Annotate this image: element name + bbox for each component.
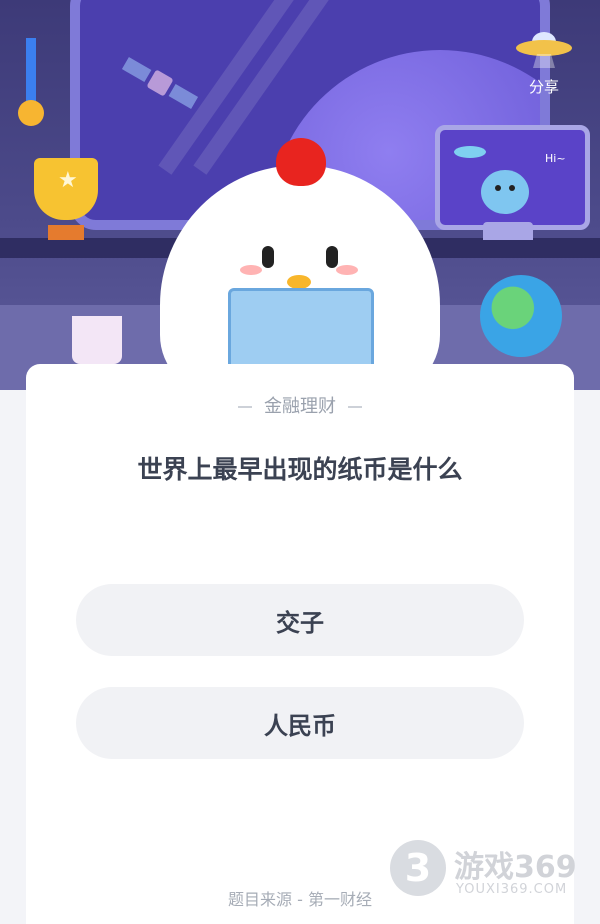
monitor-greeting: Hi~	[545, 152, 566, 165]
share-button[interactable]: 分享	[512, 28, 576, 104]
chick-eye	[262, 246, 274, 268]
share-label: 分享	[528, 78, 559, 96]
monitor-stand	[483, 222, 533, 240]
watermark-title: 游戏369	[454, 850, 577, 885]
chick-cheek	[336, 265, 358, 275]
answer-option-label: 人民币	[264, 711, 336, 740]
star-icon: ★	[58, 168, 78, 193]
medal-icon	[18, 100, 44, 126]
category-label: 金融理财	[26, 392, 574, 418]
category-text: 金融理财	[264, 396, 336, 417]
ufo-icon	[516, 32, 572, 68]
book-icon	[228, 288, 374, 374]
chick-eye	[326, 246, 338, 268]
alien-icon	[454, 146, 529, 214]
medal-ribbon	[26, 38, 36, 102]
watermark-url: YOUXI369.COM	[456, 882, 568, 897]
earth-globe-icon	[480, 275, 562, 357]
chick-comb	[276, 138, 326, 186]
divider	[238, 406, 252, 408]
answer-option-label: 交子	[276, 608, 324, 637]
chick-beak	[287, 275, 311, 289]
watermark-logo-icon: 3	[390, 840, 446, 896]
question-text: 世界上最早出现的纸币是什么	[137, 455, 463, 484]
divider	[348, 406, 362, 408]
mug-icon	[72, 316, 122, 364]
site-watermark: 3 游戏369 YOUXI369.COM	[388, 838, 593, 904]
answer-option-1[interactable]: 交子	[76, 584, 524, 656]
header-illustration: ★ Hi~	[0, 0, 600, 390]
trophy-base	[48, 225, 84, 240]
chick-cheek	[240, 265, 262, 275]
alien-monitor: Hi~	[435, 125, 590, 230]
answer-option-2[interactable]: 人民币	[76, 687, 524, 759]
